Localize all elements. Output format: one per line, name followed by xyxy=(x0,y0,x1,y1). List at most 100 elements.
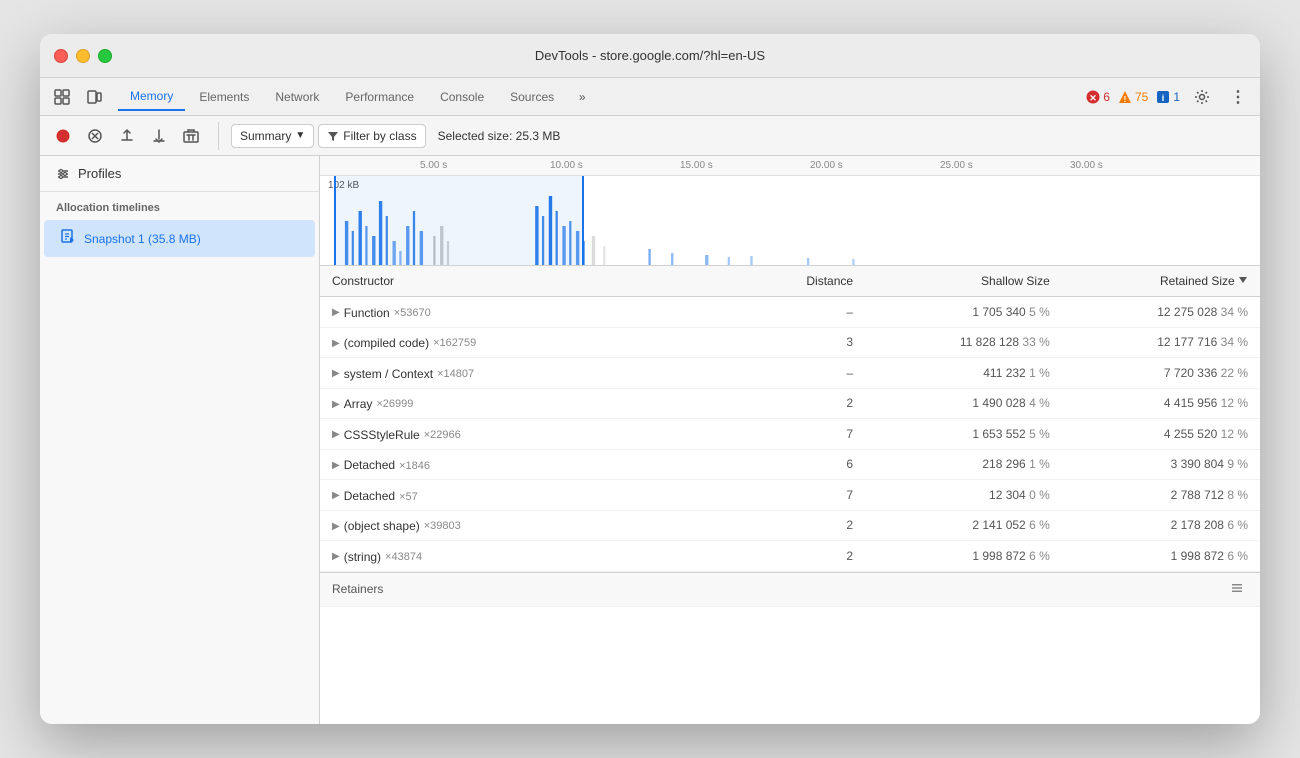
header-distance[interactable]: Distance xyxy=(743,266,865,297)
expand-icon[interactable]: ▶ xyxy=(332,307,340,318)
expand-icon[interactable]: ▶ xyxy=(332,368,340,379)
memory-table: Constructor Distance Shallow Size Retain… xyxy=(320,266,1260,572)
table-row[interactable]: ▶ (object shape) ×39803 2 2 141 052 6 % … xyxy=(320,510,1260,541)
expand-icon[interactable]: ▶ xyxy=(332,399,340,410)
table-row[interactable]: ▶ Array ×26999 2 1 490 028 4 % 4 415 956… xyxy=(320,388,1260,419)
cell-retained: 2 178 208 6 % xyxy=(1062,510,1260,541)
tick-5s: 5.00 s xyxy=(420,160,447,171)
expand-icon[interactable]: ▶ xyxy=(332,429,340,440)
tab-performance[interactable]: Performance xyxy=(333,84,426,110)
tab-elements[interactable]: Elements xyxy=(187,84,261,110)
cell-retained: 7 720 336 22 % xyxy=(1062,358,1260,389)
cell-constructor: ▶ (object shape) ×39803 xyxy=(320,510,743,541)
tick-15s: 15.00 s xyxy=(680,160,713,171)
cell-shallow: 411 232 1 % xyxy=(865,358,1062,389)
cell-constructor: ▶ Array ×26999 xyxy=(320,388,743,419)
device-icon[interactable] xyxy=(80,83,108,111)
expand-icon[interactable]: ▶ xyxy=(332,551,340,562)
table-row[interactable]: ▶ (string) ×43874 2 1 998 872 6 % 1 998 … xyxy=(320,541,1260,572)
svg-text:i: i xyxy=(1162,93,1165,103)
cell-constructor: ▶ system / Context ×14807 xyxy=(320,358,743,389)
expand-icon[interactable]: ▶ xyxy=(332,338,340,349)
stop-button[interactable] xyxy=(80,122,110,150)
filter-by-class-button[interactable]: Filter by class xyxy=(318,124,425,148)
retainers-menu-icon[interactable] xyxy=(1230,581,1244,595)
cell-distance: 2 xyxy=(743,510,865,541)
download-icon xyxy=(151,128,167,144)
fullscreen-button[interactable] xyxy=(98,49,112,63)
cell-retained: 12 275 028 34 % xyxy=(1062,297,1260,328)
tick-25s: 25.00 s xyxy=(940,160,973,171)
svg-text:!: ! xyxy=(1124,95,1127,104)
tab-memory[interactable]: Memory xyxy=(118,83,185,111)
error-badge[interactable]: ✕ 6 xyxy=(1086,90,1110,104)
tab-bar: Memory Elements Network Performance Cons… xyxy=(40,78,1260,116)
expand-icon[interactable]: ▶ xyxy=(332,490,340,501)
table-header-row: Constructor Distance Shallow Size Retain… xyxy=(320,266,1260,297)
gc-icon xyxy=(182,128,200,144)
dropdown-arrow-icon: ▼ xyxy=(295,130,305,141)
info-badge[interactable]: i 1 xyxy=(1156,90,1180,104)
info-icon: i xyxy=(1156,90,1170,104)
cell-constructor: ▶ Function ×53670 xyxy=(320,297,743,328)
record-button[interactable] xyxy=(48,122,78,150)
table-row[interactable]: ▶ Function ×53670 – 1 705 340 5 % 12 275… xyxy=(320,297,1260,328)
cleanup-button[interactable] xyxy=(176,122,206,150)
more-options-icon[interactable]: ⋮ xyxy=(1224,83,1252,111)
toolbar-actions xyxy=(48,122,219,150)
tab-bar-right: ✕ 6 ! 75 i 1 xyxy=(1086,83,1252,111)
cell-distance: 7 xyxy=(743,480,865,511)
table-row[interactable]: ▶ Detached ×57 7 12 304 0 % 2 788 712 8 … xyxy=(320,480,1260,511)
cell-distance: 2 xyxy=(743,541,865,572)
cell-retained: 12 177 716 34 % xyxy=(1062,327,1260,358)
summary-label: Summary xyxy=(240,129,291,143)
table-row[interactable]: ▶ system / Context ×14807 – 411 232 1 % … xyxy=(320,358,1260,389)
more-tabs-button[interactable]: » xyxy=(568,83,596,111)
snapshot-icon xyxy=(60,228,76,249)
close-button[interactable] xyxy=(54,49,68,63)
cell-shallow: 1 653 552 5 % xyxy=(865,419,1062,450)
sidebar: Profiles Allocation timelines Snapshot 1… xyxy=(40,156,320,724)
cell-retained: 4 415 956 12 % xyxy=(1062,388,1260,419)
minimize-button[interactable] xyxy=(76,49,90,63)
filter-label: Filter by class xyxy=(343,129,416,143)
header-constructor[interactable]: Constructor xyxy=(320,266,743,297)
table-row[interactable]: ▶ CSSStyleRule ×22966 7 1 653 552 5 % 4 … xyxy=(320,419,1260,450)
table-row[interactable]: ▶ (compiled code) ×162759 3 11 828 128 3… xyxy=(320,327,1260,358)
cell-distance: 2 xyxy=(743,388,865,419)
cell-shallow: 2 141 052 6 % xyxy=(865,510,1062,541)
title-bar: DevTools - store.google.com/?hl=en-US xyxy=(40,34,1260,78)
window-title: DevTools - store.google.com/?hl=en-US xyxy=(535,48,765,63)
warning-badge[interactable]: ! 75 xyxy=(1118,90,1148,104)
summary-dropdown[interactable]: Summary ▼ xyxy=(231,124,314,148)
timeline-ruler: 5.00 s 10.00 s 15.00 s 20.00 s 25.00 s 3… xyxy=(320,156,1260,176)
tab-console[interactable]: Console xyxy=(428,84,496,110)
settings-icon[interactable] xyxy=(1188,83,1216,111)
sort-desc-icon xyxy=(1238,275,1248,285)
cell-retained: 3 390 804 9 % xyxy=(1062,449,1260,480)
cell-retained: 2 788 712 8 % xyxy=(1062,480,1260,511)
header-shallow-size[interactable]: Shallow Size xyxy=(865,266,1062,297)
expand-icon[interactable]: ▶ xyxy=(332,460,340,471)
selected-size-label: Selected size: 25.3 MB xyxy=(438,129,561,143)
table-row[interactable]: ▶ Detached ×1846 6 218 296 1 % 3 390 804… xyxy=(320,449,1260,480)
table-container[interactable]: Constructor Distance Shallow Size Retain… xyxy=(320,266,1260,724)
timeline-chart[interactable]: 102 kB xyxy=(320,176,1260,266)
upload-button[interactable] xyxy=(112,122,142,150)
header-retained-size[interactable]: Retained Size xyxy=(1062,266,1260,297)
tab-network[interactable]: Network xyxy=(263,84,331,110)
cell-distance: 7 xyxy=(743,419,865,450)
expand-icon[interactable]: ▶ xyxy=(332,521,340,532)
timeline-selection[interactable] xyxy=(334,176,584,266)
cell-constructor: ▶ Detached ×1846 xyxy=(320,449,743,480)
inspect-icon[interactable] xyxy=(48,83,76,111)
tab-sources[interactable]: Sources xyxy=(498,84,566,110)
snapshot-item[interactable]: Snapshot 1 (35.8 MB) xyxy=(44,220,315,257)
tick-30s: 30.00 s xyxy=(1070,160,1103,171)
download-button[interactable] xyxy=(144,122,174,150)
cell-distance: 6 xyxy=(743,449,865,480)
cell-shallow: 1 998 872 6 % xyxy=(865,541,1062,572)
timeline-area: 5.00 s 10.00 s 15.00 s 20.00 s 25.00 s 3… xyxy=(320,156,1260,266)
devtools-window: DevTools - store.google.com/?hl=en-US Me… xyxy=(40,34,1260,724)
cell-shallow: 218 296 1 % xyxy=(865,449,1062,480)
